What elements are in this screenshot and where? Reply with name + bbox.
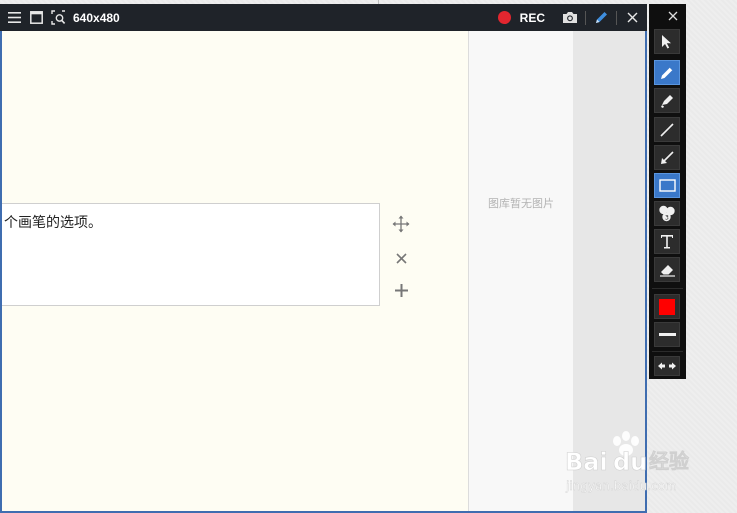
svg-text:经验: 经验 <box>649 449 689 473</box>
numbering-tool[interactable]: 3 <box>654 201 680 226</box>
zoom-region-icon[interactable] <box>49 9 67 27</box>
color-swatch[interactable] <box>654 294 680 319</box>
stroke-width-bar <box>658 333 676 336</box>
highlighter-tool[interactable] <box>654 88 680 113</box>
window-icon[interactable] <box>27 9 45 27</box>
recorder-titlebar[interactable]: 640x480 REC <box>0 4 647 31</box>
titlebar-separator <box>616 10 617 25</box>
drawing-canvas[interactable]: 个画笔的选项。 <box>2 31 468 511</box>
rectangle-tool[interactable] <box>654 173 680 198</box>
baidu-jingyan-watermark: Bai du 经验 jingyan.baidu.com <box>563 430 703 500</box>
text-box-content: 个画笔的选项。 <box>4 214 102 230</box>
current-color-chip <box>659 298 675 315</box>
drawing-toolbar: 3 <box>649 4 686 379</box>
capture-size-label[interactable]: 640x480 <box>73 11 120 25</box>
expand-collapse[interactable] <box>654 356 680 376</box>
toolbar-divider <box>652 288 683 289</box>
text-box[interactable]: 个画笔的选项。 <box>2 203 380 306</box>
close-icon[interactable] <box>623 9 641 27</box>
pen-icon[interactable] <box>592 9 610 27</box>
svg-text:Bai: Bai <box>565 448 608 476</box>
record-dot-icon[interactable] <box>497 11 511 24</box>
toolbar-close-icon[interactable] <box>665 8 681 24</box>
capture-region[interactable]: 个画笔的选项。 图库暂无图片 <box>0 31 647 513</box>
add-icon[interactable] <box>390 279 412 301</box>
stroke-width[interactable] <box>654 322 680 347</box>
record-button[interactable]: REC <box>520 11 545 25</box>
gallery-panel: 图库暂无图片 <box>468 31 573 511</box>
eraser-tool[interactable] <box>654 257 680 282</box>
arrow-tool[interactable] <box>654 145 680 170</box>
toolbar-divider <box>652 351 683 352</box>
delete-icon[interactable] <box>390 247 412 269</box>
text-tool[interactable] <box>654 229 680 254</box>
line-tool[interactable] <box>654 117 680 142</box>
svg-text:3: 3 <box>665 215 669 222</box>
move-icon[interactable] <box>390 213 412 235</box>
svg-text:du: du <box>613 448 647 476</box>
cursor-tool[interactable] <box>654 29 680 54</box>
svg-text:jingyan.baidu.com: jingyan.baidu.com <box>565 479 677 493</box>
recorder-window: 640x480 REC 个画笔的选项。 图库暂无图片 <box>0 4 647 513</box>
pencil-tool[interactable] <box>654 60 680 85</box>
titlebar-separator <box>585 10 586 25</box>
camera-icon[interactable] <box>561 9 579 27</box>
gallery-empty-message: 图库暂无图片 <box>488 198 554 210</box>
menu-icon[interactable] <box>5 9 23 27</box>
